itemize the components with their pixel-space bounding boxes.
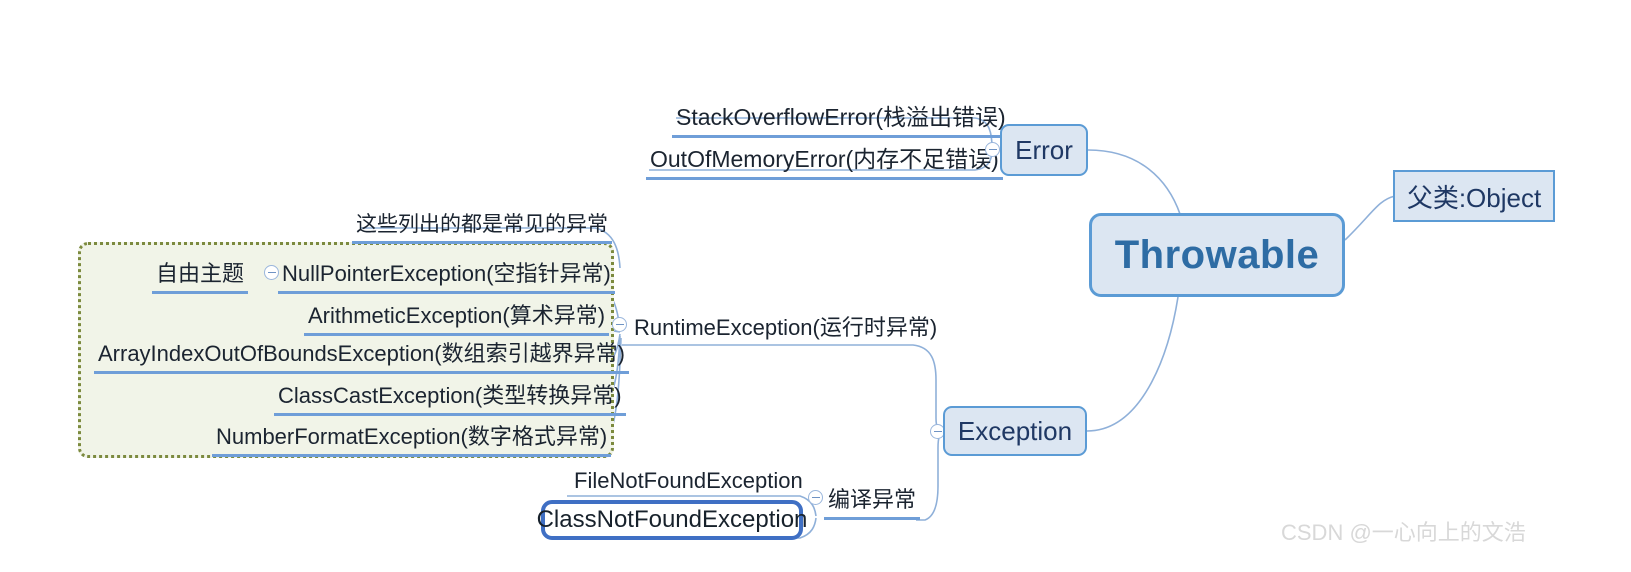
note-common-exceptions-label: 这些列出的都是常见的异常: [356, 213, 608, 236]
node-exception[interactable]: Exception: [943, 406, 1087, 456]
csdn-watermark: CSDN @一心向上的文浩: [1281, 515, 1526, 547]
runtime-child-arrayindexoutofbounds[interactable]: ArrayIndexOutOfBoundsException(数组索引越界异常): [94, 336, 629, 374]
runtime-child-label: ClassCastException(类型转换异常): [278, 383, 622, 408]
node-compile-exception[interactable]: 编译异常: [824, 482, 921, 520]
note-common-exceptions[interactable]: 这些列出的都是常见的异常: [352, 208, 612, 244]
node-compile-exception-label: 编译异常: [828, 487, 917, 512]
node-free-topic-label: 自由主题: [156, 261, 245, 286]
node-runtime-exception-label: RuntimeException(运行时异常): [634, 315, 938, 340]
compile-child-label: ClassNotFoundException: [536, 506, 808, 533]
runtime-child-arithmetic[interactable]: ArithmeticException(算术异常): [304, 298, 610, 336]
runtime-child-nullpointer[interactable]: NullPointerException(空指针异常): [278, 256, 615, 294]
compile-exception-collapse-handle[interactable]: [808, 490, 823, 505]
error-collapse-handle[interactable]: [985, 142, 1000, 157]
runtime-child-classcast[interactable]: ClassCastException(类型转换异常): [274, 378, 626, 416]
error-child-stackoverflow[interactable]: StackOverflowError(栈溢出错误): [672, 98, 1010, 138]
compile-child-label: FileNotFoundException: [574, 468, 803, 493]
node-exception-label: Exception: [957, 415, 1073, 446]
node-error[interactable]: Error: [1000, 124, 1088, 176]
error-child-outofmemory[interactable]: OutOfMemoryError(内存不足错误): [646, 140, 1003, 180]
compile-child-classnotfound[interactable]: ClassNotFoundException: [537, 500, 807, 540]
runtime-child-label: NumberFormatException(数字格式异常): [216, 424, 608, 449]
csdn-watermark-text: CSDN @一心向上的文浩: [1281, 520, 1526, 545]
node-runtime-exception[interactable]: RuntimeException(运行时异常): [630, 310, 941, 345]
node-throwable-label: Throwable: [1114, 232, 1320, 277]
compile-child-filenotfound[interactable]: FileNotFoundException: [570, 468, 807, 497]
runtime-child-numberformat[interactable]: NumberFormatException(数字格式异常): [212, 419, 612, 457]
runtime-exception-collapse-handle[interactable]: [612, 317, 627, 332]
free-topic-collapse-handle[interactable]: [264, 265, 279, 280]
node-parent-object-label: 父类:Object: [1406, 182, 1542, 213]
mindmap-canvas: StackOverflowError(栈溢出错误) OutOfMemoryErr…: [0, 0, 1631, 572]
node-free-topic[interactable]: 自由主题: [152, 256, 249, 294]
node-error-label: Error: [1015, 134, 1073, 165]
runtime-child-label: NullPointerException(空指针异常): [282, 261, 611, 286]
node-parent-object[interactable]: 父类:Object: [1393, 170, 1555, 222]
node-throwable[interactable]: Throwable: [1089, 213, 1345, 297]
error-child-label: OutOfMemoryError(内存不足错误): [650, 146, 999, 172]
error-child-label: StackOverflowError(栈溢出错误): [676, 104, 1006, 130]
runtime-child-label: ArithmeticException(算术异常): [308, 303, 606, 328]
runtime-child-label: ArrayIndexOutOfBoundsException(数组索引越界异常): [98, 341, 625, 366]
